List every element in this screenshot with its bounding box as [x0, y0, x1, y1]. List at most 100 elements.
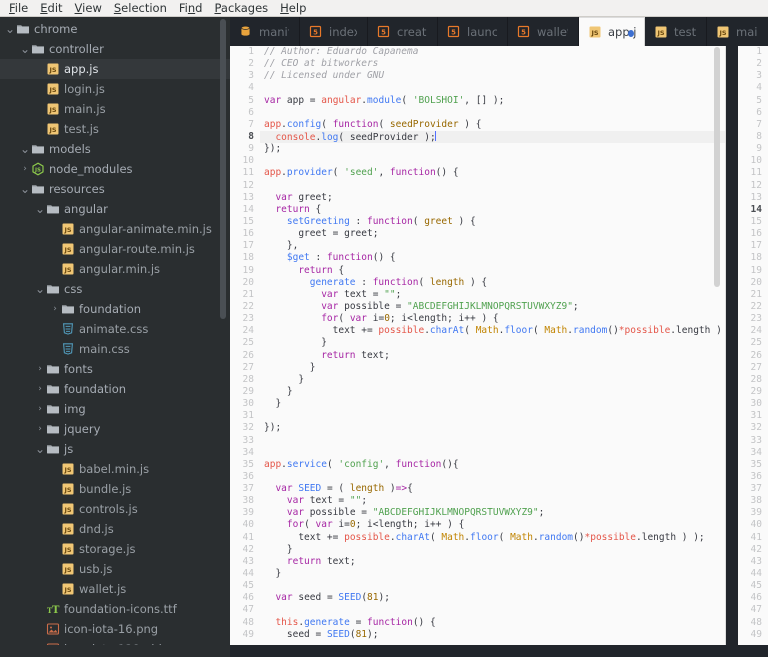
- code-line[interactable]: for( var i=0; i<length; i++ ) {: [260, 519, 726, 531]
- chevron-right-icon[interactable]: ›: [19, 159, 31, 179]
- code-scrollbar-track-primary[interactable]: [714, 46, 723, 657]
- tree-folder-fonts[interactable]: › fonts: [0, 359, 230, 379]
- tree-file-usb-js[interactable]: JS usb.js: [0, 559, 230, 579]
- tree-file-controls-js[interactable]: JS controls.js: [0, 499, 230, 519]
- code-line[interactable]: var seed = SEED(81);: [260, 592, 726, 604]
- code-line[interactable]: [260, 580, 726, 592]
- tree-file-angular-min-js[interactable]: JS angular.min.js: [0, 259, 230, 279]
- menu-item-file[interactable]: File: [3, 0, 34, 16]
- code-scrollbar-thumb-primary[interactable]: [714, 47, 720, 287]
- tree-file-login-js[interactable]: JS login.js: [0, 79, 230, 99]
- code-line[interactable]: }: [260, 362, 726, 374]
- chevron-right-icon[interactable]: ›: [34, 359, 46, 379]
- code-line[interactable]: [260, 435, 726, 447]
- menu-item-help[interactable]: Help: [274, 0, 312, 16]
- code-line[interactable]: console.log( seedProvider );: [260, 130, 726, 144]
- chevron-down-icon[interactable]: ⌄: [34, 282, 46, 296]
- code-line[interactable]: app.service( 'config', function(){: [260, 459, 726, 471]
- chevron-down-icon[interactable]: ⌄: [19, 42, 31, 56]
- code-line[interactable]: }: [260, 337, 726, 349]
- code-line[interactable]: app.config( function( seedProvider ) {: [260, 119, 726, 131]
- editor-tab-manifest-json[interactable]: manifest.json: [230, 17, 300, 46]
- tree-folder-js[interactable]: ⌄ js: [0, 439, 230, 459]
- menu-item-selection[interactable]: Selection: [108, 0, 173, 16]
- code-line[interactable]: seed = SEED(81);: [260, 629, 726, 641]
- editor-tab-launch-html[interactable]: 5 launch.html: [438, 17, 508, 46]
- code-line[interactable]: },: [260, 240, 726, 252]
- tree-folder-jquery[interactable]: › jquery: [0, 419, 230, 439]
- tree-file-angular-route-min-js[interactable]: JS angular-route.min.js: [0, 239, 230, 259]
- code-line[interactable]: }: [260, 544, 726, 556]
- code-line[interactable]: [260, 604, 726, 616]
- chevron-down-icon[interactable]: ⌄: [34, 202, 46, 216]
- tree-folder-controller[interactable]: ⌄ controller: [0, 39, 230, 59]
- project-tree-sidebar[interactable]: ⌄ chrome ⌄ controller JS app.js JS login.js JS ma…: [0, 17, 230, 657]
- code-pane-secondary[interactable]: 1 2 3 4 5 6 7 8 9 10 11 12 13 14 15 16 17 18 19 20 21 22 23 24 2…: [738, 46, 768, 657]
- tree-folder-models[interactable]: ⌄ models: [0, 139, 230, 159]
- tree-file-app-js[interactable]: JS app.js: [0, 59, 230, 79]
- tree-file-babel-min-js[interactable]: JS babel.min.js: [0, 459, 230, 479]
- code-pane-primary[interactable]: 1 2 3 4 5 6 7 8 9 10 11 12 13 14 15 16 17 18 19 20 21 22 23 24 2…: [230, 46, 726, 657]
- chevron-right-icon[interactable]: ›: [34, 419, 46, 439]
- menu-item-view[interactable]: View: [69, 0, 108, 16]
- code-line[interactable]: this.generate = function() {: [260, 617, 726, 629]
- chevron-right-icon[interactable]: ›: [49, 299, 61, 319]
- code-line[interactable]: [260, 82, 726, 94]
- tree-folder-angular[interactable]: ⌄ angular: [0, 199, 230, 219]
- code-line[interactable]: // Author: Eduardo Capanema: [260, 46, 726, 58]
- code-line[interactable]: greet = greet;: [260, 228, 726, 240]
- tree-folder-resources[interactable]: ⌄ resources: [0, 179, 230, 199]
- sidebar-scrollbar-track[interactable]: [220, 17, 228, 657]
- code-line[interactable]: // CEO at bitworkers: [260, 58, 726, 70]
- editor-tab-create-html[interactable]: 5 create.html: [368, 17, 438, 46]
- code-line[interactable]: }: [260, 398, 726, 410]
- code-line[interactable]: [260, 410, 726, 422]
- tab-bar[interactable]: manifest.json 5 index.html 5 create.html 5 lau…: [230, 17, 768, 46]
- code-line[interactable]: return text;: [260, 556, 726, 568]
- chevron-down-icon[interactable]: ⌄: [19, 182, 31, 196]
- code-line[interactable]: var text = "";: [260, 495, 726, 507]
- chevron-down-icon[interactable]: ⌄: [4, 22, 16, 36]
- chevron-right-icon[interactable]: ›: [34, 379, 46, 399]
- pane-split-gap[interactable]: [726, 46, 738, 657]
- code-line[interactable]: setGreeting : function( greet ) {: [260, 216, 726, 228]
- tree-file-dnd-js[interactable]: JS dnd.js: [0, 519, 230, 539]
- code-line[interactable]: // Licensed under GNU: [260, 70, 726, 82]
- code-line[interactable]: text += possible.charAt( Math.floor( Mat…: [260, 325, 726, 337]
- chevron-down-icon[interactable]: ⌄: [34, 442, 46, 456]
- chevron-right-icon[interactable]: ›: [34, 399, 46, 419]
- editor-tab-app-js[interactable]: JSapp.js: [579, 17, 645, 46]
- tree-folder-foundation[interactable]: › foundation: [0, 379, 230, 399]
- code-content-primary[interactable]: // Author: Eduardo Capanema// CEO at bit…: [260, 46, 726, 657]
- code-line[interactable]: app.provider( 'seed', function() {: [260, 167, 726, 179]
- tree-file-foundation-icons-ttf[interactable]: T T foundation-icons.ttf: [0, 599, 230, 619]
- tree-folder-node-modules[interactable]: › JS node_modules: [0, 159, 230, 179]
- editor-tab-main-js[interactable]: JS main.js: [707, 17, 768, 46]
- code-line[interactable]: [260, 180, 726, 192]
- editor-tab-test-js[interactable]: JS test.js: [645, 17, 707, 46]
- tree-file-test-js[interactable]: JS test.js: [0, 119, 230, 139]
- tree-file-main-js[interactable]: JS main.js: [0, 99, 230, 119]
- code-line[interactable]: var app = angular.module( 'BOLSHOI', [] …: [260, 95, 726, 107]
- code-line[interactable]: }: [260, 568, 726, 580]
- code-line[interactable]: text += possible.charAt( Math.floor( Mat…: [260, 532, 726, 544]
- editor-tab-wallet-html[interactable]: 5 wallet.html: [508, 17, 579, 46]
- tree-file-animate-css[interactable]: animate.css: [0, 319, 230, 339]
- tree-folder-chrome[interactable]: ⌄ chrome: [0, 19, 230, 39]
- code-line[interactable]: generate : function( length ) {: [260, 277, 726, 289]
- code-line[interactable]: return text;: [260, 350, 726, 362]
- tree-file-bundle-js[interactable]: JS bundle.js: [0, 479, 230, 499]
- code-line[interactable]: [260, 471, 726, 483]
- tree-file-angular-animate-min-js[interactable]: JS angular-animate.min.js: [0, 219, 230, 239]
- code-line[interactable]: }: [260, 374, 726, 386]
- code-line[interactable]: var possible = "ABCDEFGHIJKLMNOPQRSTUVWX…: [260, 301, 726, 313]
- menu-item-find[interactable]: Find: [173, 0, 209, 16]
- chevron-down-icon[interactable]: ⌄: [19, 142, 31, 156]
- editor-tab-index-html[interactable]: 5 index.html: [300, 17, 368, 46]
- tree-file-wallet-js[interactable]: JS wallet.js: [0, 579, 230, 599]
- code-line[interactable]: });: [260, 422, 726, 434]
- tree-folder-foundation[interactable]: › foundation: [0, 299, 230, 319]
- tree-file-icon-iota-16-png[interactable]: icon-iota-16.png: [0, 619, 230, 639]
- tree-file-storage-js[interactable]: JS storage.js: [0, 539, 230, 559]
- code-line[interactable]: for( var i=0; i<length; i++ ) {: [260, 313, 726, 325]
